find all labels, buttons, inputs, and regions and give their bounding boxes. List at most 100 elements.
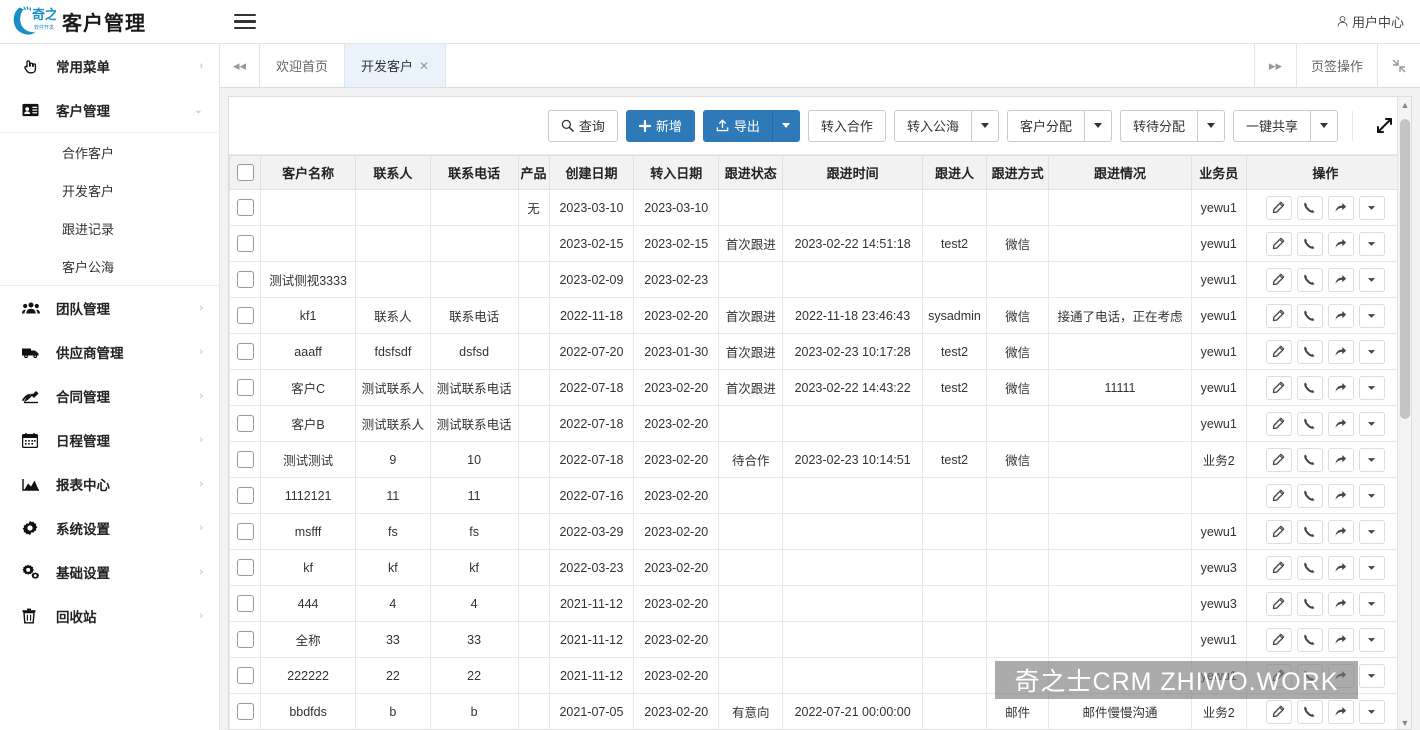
search-button[interactable]: 查询	[548, 110, 618, 142]
more-row-button[interactable]	[1359, 340, 1385, 364]
transfer-to-public-dropdown-toggle[interactable]	[971, 110, 999, 142]
double-chevron-right-icon[interactable]: ▸▸	[1254, 44, 1296, 87]
row-checkbox[interactable]	[237, 595, 254, 612]
row-checkbox[interactable]	[237, 343, 254, 360]
customer-assign-button[interactable]: 客户分配	[1007, 110, 1085, 142]
row-checkbox[interactable]	[237, 199, 254, 216]
select-all-checkbox[interactable]	[237, 164, 254, 181]
share-row-button[interactable]	[1328, 448, 1354, 472]
more-row-button[interactable]	[1359, 484, 1385, 508]
table-row[interactable]: 111212111112022-07-162023-02-20	[230, 478, 1405, 514]
sidebar-item-basic-settings[interactable]: 基础设置 ›	[0, 550, 219, 594]
more-row-button[interactable]	[1359, 304, 1385, 328]
share-row-button[interactable]	[1328, 340, 1354, 364]
more-row-button[interactable]	[1359, 556, 1385, 580]
row-checkbox[interactable]	[237, 307, 254, 324]
sidebar-item-contract-management[interactable]: 合同管理 ›	[0, 374, 219, 418]
double-chevron-left-icon[interactable]: ◂◂	[220, 44, 260, 87]
share-row-button[interactable]	[1328, 484, 1354, 508]
more-row-button[interactable]	[1359, 520, 1385, 544]
call-row-button[interactable]	[1297, 232, 1323, 256]
edit-row-button[interactable]	[1266, 376, 1292, 400]
edit-row-button[interactable]	[1266, 592, 1292, 616]
table-row[interactable]: 客户C测试联系人测试联系电话2022-07-182023-02-20首次跟进20…	[230, 370, 1405, 406]
table-row[interactable]: 22222222222021-11-122023-02-20yewu1	[230, 658, 1405, 694]
call-row-button[interactable]	[1297, 304, 1323, 328]
table-row[interactable]: 全称33332021-11-122023-02-20yewu1	[230, 622, 1405, 658]
sidebar-item-report-center[interactable]: 报表中心 ›	[0, 462, 219, 506]
user-center-button[interactable]: 用户中心	[1336, 12, 1420, 31]
row-checkbox[interactable]	[237, 703, 254, 720]
edit-row-button[interactable]	[1266, 232, 1292, 256]
export-button[interactable]: 导出	[703, 110, 773, 142]
customer-assign-dropdown-toggle[interactable]	[1084, 110, 1112, 142]
call-row-button[interactable]	[1297, 664, 1323, 688]
table-vertical-scrollbar[interactable]: ▲ ▼	[1397, 97, 1411, 730]
table-row[interactable]: 无2023-03-102023-03-10yewu1	[230, 190, 1405, 226]
share-row-button[interactable]	[1328, 376, 1354, 400]
table-row[interactable]: 2023-02-152023-02-15首次跟进2023-02-22 14:51…	[230, 226, 1405, 262]
share-row-button[interactable]	[1328, 196, 1354, 220]
one-key-share-dropdown-toggle[interactable]	[1310, 110, 1338, 142]
more-row-button[interactable]	[1359, 412, 1385, 436]
tab-welcome-home[interactable]: 欢迎首页	[260, 44, 345, 87]
share-row-button[interactable]	[1328, 628, 1354, 652]
transfer-to-public-button[interactable]: 转入公海	[894, 110, 972, 142]
edit-row-button[interactable]	[1266, 556, 1292, 580]
sidebar-subitem-follow-records[interactable]: 跟进记录	[0, 209, 219, 247]
sidebar-item-supplier-management[interactable]: 供应商管理 ›	[0, 330, 219, 374]
row-checkbox[interactable]	[237, 271, 254, 288]
edit-row-button[interactable]	[1266, 520, 1292, 544]
call-row-button[interactable]	[1297, 556, 1323, 580]
transfer-to-cooperation-button[interactable]: 转入合作	[808, 110, 886, 142]
table-row[interactable]: kf1联系人联系电话2022-11-182023-02-20首次跟进2022-1…	[230, 298, 1405, 334]
collapse-icon[interactable]	[1377, 44, 1420, 87]
expand-arrows-icon[interactable]	[1367, 110, 1401, 142]
call-row-button[interactable]	[1297, 484, 1323, 508]
more-row-button[interactable]	[1359, 592, 1385, 616]
customer-table-wrapper[interactable]: 客户名称 联系人 联系电话 产品 创建日期 转入日期 跟进状态 跟进时间 跟进人…	[229, 155, 1412, 730]
one-key-share-button[interactable]: 一键共享	[1233, 110, 1311, 142]
more-row-button[interactable]	[1359, 448, 1385, 472]
more-row-button[interactable]	[1359, 628, 1385, 652]
call-row-button[interactable]	[1297, 376, 1323, 400]
sidebar-item-schedule-management[interactable]: 日程管理 ›	[0, 418, 219, 462]
sidebar-subitem-public-pool[interactable]: 客户公海	[0, 247, 219, 285]
table-row[interactable]: 测试侧视33332023-02-092023-02-23yewu1	[230, 262, 1405, 298]
call-row-button[interactable]	[1297, 448, 1323, 472]
scrollbar-thumb[interactable]	[1400, 119, 1410, 419]
sidebar-item-customer-management[interactable]: 客户管理 ⌄	[0, 88, 219, 132]
table-row[interactable]: 客户B测试联系人测试联系电话2022-07-182023-02-20yewu1	[230, 406, 1405, 442]
edit-row-button[interactable]	[1266, 664, 1292, 688]
scroll-down-icon[interactable]: ▼	[1398, 715, 1412, 730]
share-row-button[interactable]	[1328, 412, 1354, 436]
edit-row-button[interactable]	[1266, 340, 1292, 364]
edit-row-button[interactable]	[1266, 700, 1292, 724]
share-row-button[interactable]	[1328, 520, 1354, 544]
export-dropdown-toggle[interactable]	[772, 110, 800, 142]
close-icon[interactable]: ✕	[419, 59, 429, 73]
share-row-button[interactable]	[1328, 304, 1354, 328]
call-row-button[interactable]	[1297, 196, 1323, 220]
table-row[interactable]: 测试测试9102022-07-182023-02-20待合作2023-02-23…	[230, 442, 1405, 478]
row-checkbox[interactable]	[237, 523, 254, 540]
more-row-button[interactable]	[1359, 196, 1385, 220]
row-checkbox[interactable]	[237, 559, 254, 576]
sidebar-subitem-development-customer[interactable]: 开发客户	[0, 171, 219, 209]
table-row[interactable]: msffffsfs2022-03-292023-02-20yewu1	[230, 514, 1405, 550]
call-row-button[interactable]	[1297, 520, 1323, 544]
add-button[interactable]: 新增	[626, 110, 695, 142]
row-checkbox[interactable]	[237, 487, 254, 504]
call-row-button[interactable]	[1297, 592, 1323, 616]
share-row-button[interactable]	[1328, 268, 1354, 292]
call-row-button[interactable]	[1297, 412, 1323, 436]
share-row-button[interactable]	[1328, 664, 1354, 688]
tab-development-customer[interactable]: 开发客户 ✕	[345, 44, 446, 87]
sidebar-item-recycle-bin[interactable]: 回收站 ›	[0, 594, 219, 638]
sidebar-item-system-settings[interactable]: 系统设置 ›	[0, 506, 219, 550]
more-row-button[interactable]	[1359, 232, 1385, 256]
row-checkbox[interactable]	[237, 235, 254, 252]
call-row-button[interactable]	[1297, 340, 1323, 364]
row-checkbox[interactable]	[237, 667, 254, 684]
row-checkbox[interactable]	[237, 415, 254, 432]
